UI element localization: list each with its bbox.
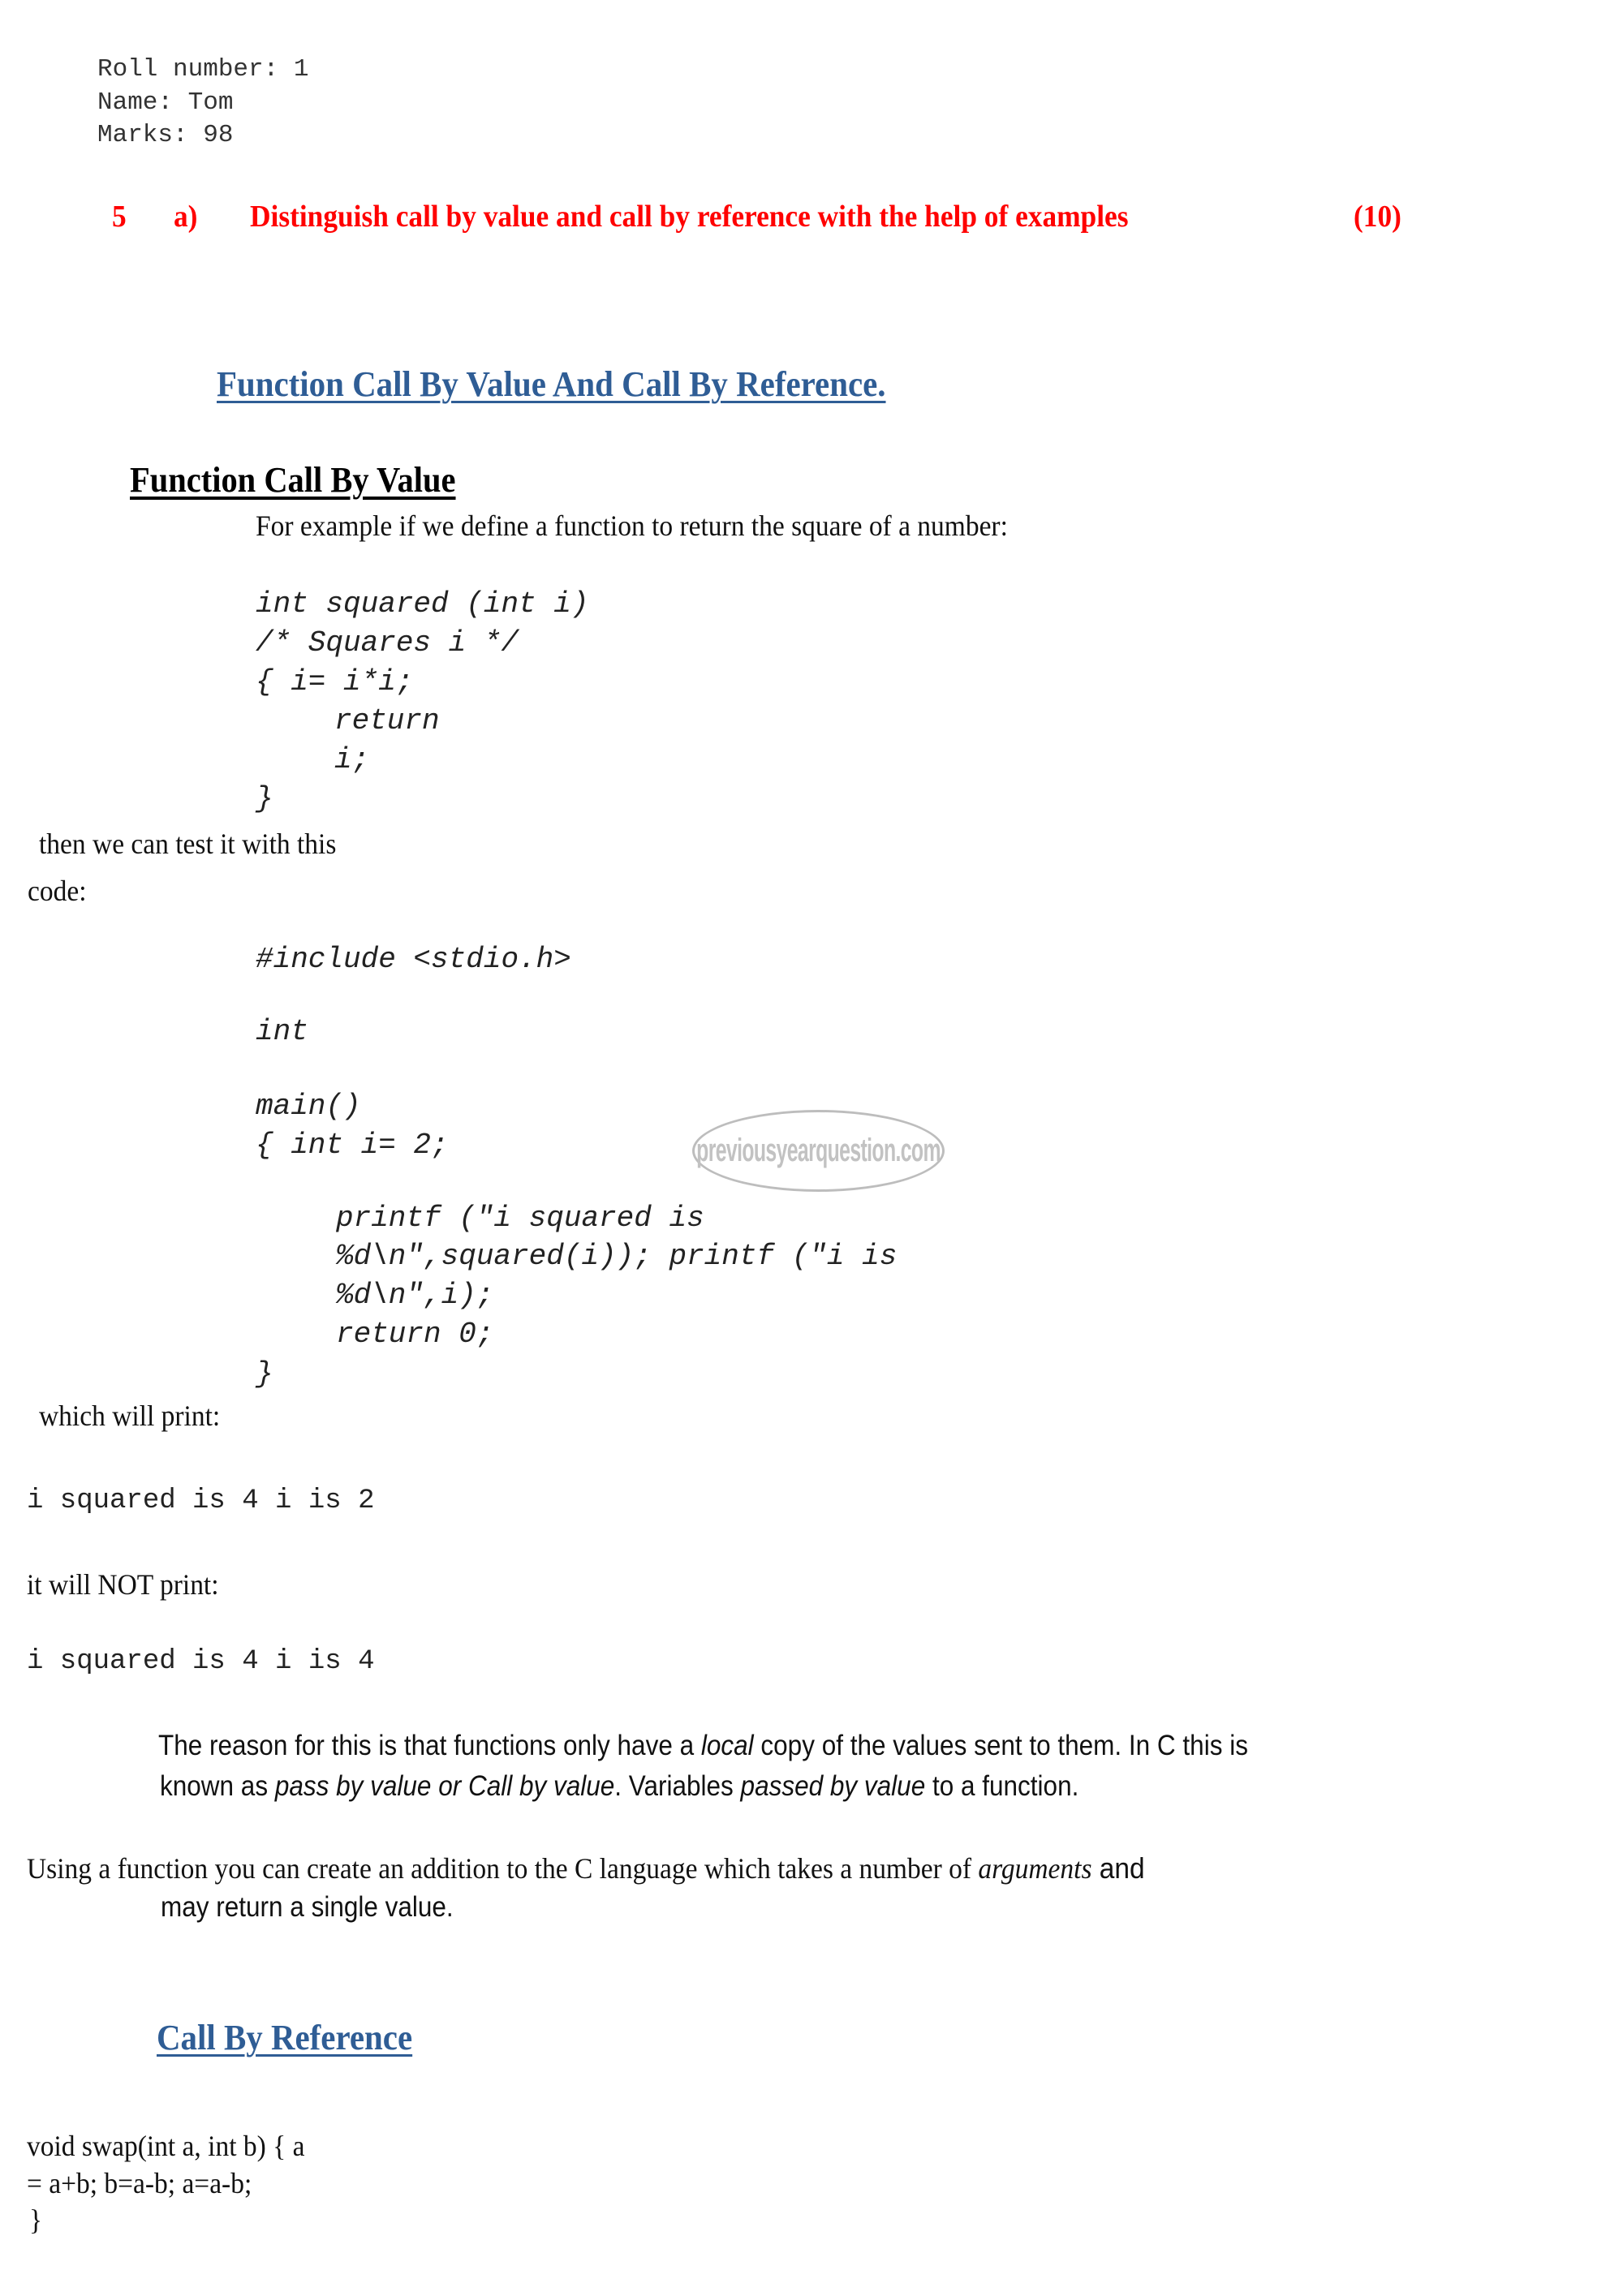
usage-text: and [1091, 1851, 1145, 1885]
reason-emphasis: pass by value or Call by value [274, 1770, 615, 1802]
call-by-reference-heading: Call By Reference [157, 2018, 413, 2057]
question-marks: (10) [1354, 200, 1401, 234]
will-print-label: which will print: [39, 1400, 221, 1432]
will-not-print-label: it will NOT print: [27, 1568, 219, 1601]
code-line: /* Squares i */ [256, 626, 519, 660]
code-line: } [256, 1357, 273, 1391]
watermark-stamp: previousyearquestion.com [692, 1110, 945, 1192]
question-part: a) [174, 200, 198, 234]
reason-emphasis: local [700, 1730, 754, 1761]
code-line: } [29, 2204, 43, 2236]
usage-line2: may return a single value. [161, 1891, 454, 1923]
reason-text: The reason for this is that functions on… [158, 1730, 701, 1761]
will-print-output: i squared is 4 i is 2 [27, 1486, 375, 1516]
code-line: i; [334, 743, 370, 776]
code-line: return [334, 704, 440, 737]
code-line: } [256, 782, 273, 815]
reason-text: known as [160, 1770, 275, 1802]
reason-line1: The reason for this is that functions on… [158, 1731, 1248, 1760]
code-line: { int i= 2; [256, 1129, 449, 1162]
call-by-value-heading: Function Call By Value [130, 460, 456, 500]
code-line: return 0; [336, 1318, 494, 1351]
reason-line2: known as pass by value or Call by value.… [160, 1772, 1078, 1800]
code-line: printf ("i squared is [336, 1202, 704, 1235]
watermark-text: previousyearquestion.com [696, 1133, 941, 1168]
main-heading: Function Call By Value And Call By Refer… [217, 364, 886, 404]
will-not-print-output: i squared is 4 i is 4 [27, 1646, 375, 1677]
code-line: { i= i*i; [256, 665, 414, 699]
intro-text: For example if we define a function to r… [256, 510, 1008, 542]
code-line: #include <stdio.h> [256, 943, 571, 976]
roll-number-line: Roll number: 1 [97, 55, 309, 84]
usage-text: Using a function you can create an addit… [27, 1852, 979, 1885]
question-text: Distinguish call by value and call by re… [250, 200, 1129, 234]
usage-emphasis: arguments [978, 1852, 1092, 1885]
code-line: int [256, 1015, 308, 1048]
test-text-line2: code: [28, 875, 87, 907]
marks-line: Marks: 98 [97, 121, 234, 149]
code-line: int squared (int i) [256, 587, 589, 621]
name-line: Name: Tom [97, 88, 234, 117]
code-line: = a+b; b=a-b; a=a-b; [27, 2167, 252, 2199]
code-line: main() [256, 1090, 361, 1123]
code-line: void swap(int a, int b) { a [27, 2130, 305, 2162]
usage-line1: Using a function you can create an addit… [27, 1851, 1145, 1885]
reason-text: copy of the values sent to them. In C th… [753, 1730, 1248, 1761]
test-text-line1: then we can test it with this [39, 828, 337, 860]
code-line: %d\n",i); [336, 1279, 494, 1312]
reason-text: to a function. [925, 1770, 1079, 1802]
reason-text: . Variables [614, 1770, 741, 1802]
reason-emphasis: passed by value [740, 1770, 926, 1802]
code-line: %d\n",squared(i)); printf ("i is [336, 1240, 898, 1273]
question-number: 5 [112, 200, 127, 234]
